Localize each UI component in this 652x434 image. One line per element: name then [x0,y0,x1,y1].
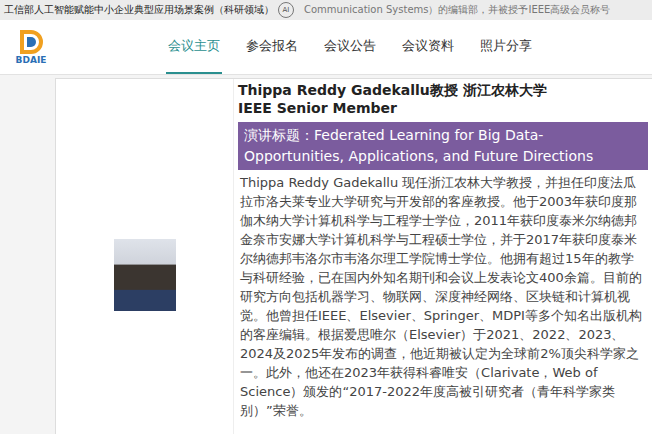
nav-tab[interactable]: 会议资料 [400,20,456,74]
background-text: Communication Systems）的编辑部，并被授予IEEE高级会员称… [304,3,610,17]
speaker-title: IEEE Senior Member [238,99,648,117]
main-area: Thippa Reddy Gadekallu教授 浙江农林大学IEEE Seni… [0,75,652,434]
speaker-name: Thippa Reddy Gadekallu教授 浙江农林大学 [238,81,648,99]
nav-tab[interactable]: 会议主页 [166,20,222,74]
logo[interactable]: BDAIE [6,29,56,66]
nav-tab[interactable]: 参会报名 [244,20,300,74]
speaker-photo [114,239,176,311]
top-banner: 工信部人工智能赋能中小企业典型应用场景案例（科研领域） AI Communicati… [0,0,652,20]
ai-badge: AI [278,2,294,18]
page: 工信部人工智能赋能中小企业典型应用场景案例（科研领域） AI Communicati… [0,0,652,434]
nav-tab[interactable]: 照片分享 [478,20,534,74]
nav-tab[interactable]: 会议公告 [322,20,378,74]
nav-bar: 会议主页参会报名会议公告会议资料照片分享 [166,20,534,74]
speaker-card: Thippa Reddy Gadekallu教授 浙江农林大学IEEE Seni… [55,78,652,434]
banner-title: 工信部人工智能赋能中小企业典型应用场景案例（科研领域） [4,3,274,17]
info-column: Thippa Reddy Gadekallu教授 浙江农林大学IEEE Seni… [234,79,652,434]
logo-icon [16,29,46,55]
logo-text: BDAIE [16,55,47,66]
site-header: BDAIE 会议主页参会报名会议公告会议资料照片分享 [0,20,652,75]
speaker-bio: Thippa Reddy Gadekallu 现任浙江农林大学教授，并担任印度法… [238,173,648,420]
talk-title: 演讲标题：Federated Learning for Big Data- Op… [238,122,648,170]
photo-column [56,79,234,434]
